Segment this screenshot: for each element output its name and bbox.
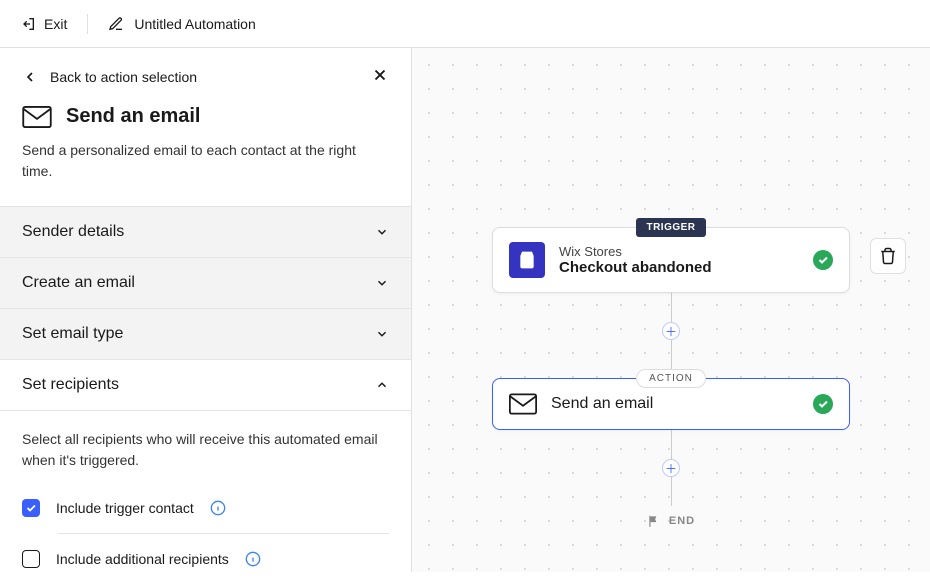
accordion: Sender details Create an email Set email…	[0, 206, 411, 586]
action-title: Send an email	[551, 395, 799, 413]
include-additional-row[interactable]: Include additional recipients	[22, 540, 389, 578]
add-step-button[interactable]: ＋	[662, 322, 680, 340]
add-step-button[interactable]: ＋	[662, 459, 680, 477]
chevron-up-icon	[375, 378, 389, 392]
automation-title-text: Untitled Automation	[134, 16, 255, 32]
divider	[58, 533, 389, 534]
include-trigger-row[interactable]: Include trigger contact	[22, 489, 389, 527]
automation-canvas[interactable]: TRIGGER Wix Stores Checkout abandoned ＋ …	[412, 48, 930, 572]
info-icon[interactable]	[245, 551, 261, 567]
exit-icon	[20, 16, 36, 32]
close-icon	[371, 66, 389, 84]
flag-icon	[647, 514, 661, 528]
mail-icon	[22, 106, 52, 128]
connector-line	[671, 430, 672, 460]
trigger-badge: TRIGGER	[636, 218, 705, 237]
connector-line	[671, 293, 672, 323]
accordion-label: Set email type	[22, 325, 123, 343]
status-badge-complete	[813, 394, 833, 414]
checkmark-icon	[817, 398, 829, 410]
include-trigger-label: Include trigger contact	[56, 500, 194, 516]
accordion-body-recipients: Select all recipients who will receive t…	[0, 411, 411, 586]
exit-button[interactable]: Exit	[20, 16, 67, 32]
include-additional-label: Include additional recipients	[56, 551, 229, 567]
connector-line	[671, 476, 672, 506]
chevron-down-icon	[375, 225, 389, 239]
close-button[interactable]	[371, 66, 389, 87]
accordion-item-type[interactable]: Set email type	[0, 309, 411, 360]
mail-icon	[509, 393, 537, 415]
automation-title-button[interactable]: Untitled Automation	[108, 16, 255, 32]
back-button[interactable]: Back to action selection	[22, 69, 197, 85]
action-node-text: Send an email	[551, 395, 799, 413]
connector-line	[671, 339, 672, 369]
include-trigger-checkbox[interactable]	[22, 499, 40, 517]
edit-icon	[108, 16, 124, 32]
info-icon[interactable]	[210, 500, 226, 516]
accordion-item-create[interactable]: Create an email	[0, 258, 411, 309]
wix-stores-icon	[509, 242, 545, 278]
chevron-down-icon	[375, 327, 389, 341]
status-badge-complete	[813, 250, 833, 270]
accordion-item-sender[interactable]: Sender details	[0, 207, 411, 258]
end-label: END	[669, 515, 695, 527]
trigger-app-label: Wix Stores	[559, 244, 799, 259]
include-additional-checkbox[interactable]	[22, 550, 40, 568]
sidebar-header: Back to action selection	[0, 48, 411, 105]
accordion-item-recipients[interactable]: Set recipients	[0, 360, 411, 411]
accordion-label: Sender details	[22, 223, 124, 241]
trash-icon	[879, 247, 897, 265]
flow-end: END	[647, 514, 695, 528]
accordion-label: Create an email	[22, 274, 135, 292]
back-label: Back to action selection	[50, 69, 197, 85]
accordion-label: Set recipients	[22, 376, 119, 394]
chevron-left-icon	[22, 69, 38, 85]
divider	[87, 14, 88, 34]
delete-node-button[interactable]	[870, 238, 906, 274]
trigger-title: Checkout abandoned	[559, 259, 799, 276]
section-title: Send an email	[66, 105, 201, 128]
section-description: Send a personalized email to each contac…	[22, 140, 389, 182]
flow-column: TRIGGER Wix Stores Checkout abandoned ＋ …	[492, 218, 850, 528]
sidebar: Back to action selection Send an email S…	[0, 48, 412, 572]
recipients-description: Select all recipients who will receive t…	[22, 429, 389, 471]
action-badge: ACTION	[636, 369, 706, 388]
checkmark-icon	[817, 254, 829, 266]
chevron-down-icon	[375, 276, 389, 290]
topbar: Exit Untitled Automation	[0, 0, 930, 48]
section-intro: Send an email Send a personalized email …	[0, 105, 411, 206]
checkmark-icon	[25, 502, 37, 514]
trigger-node-text: Wix Stores Checkout abandoned	[559, 244, 799, 276]
exit-label: Exit	[44, 16, 67, 32]
